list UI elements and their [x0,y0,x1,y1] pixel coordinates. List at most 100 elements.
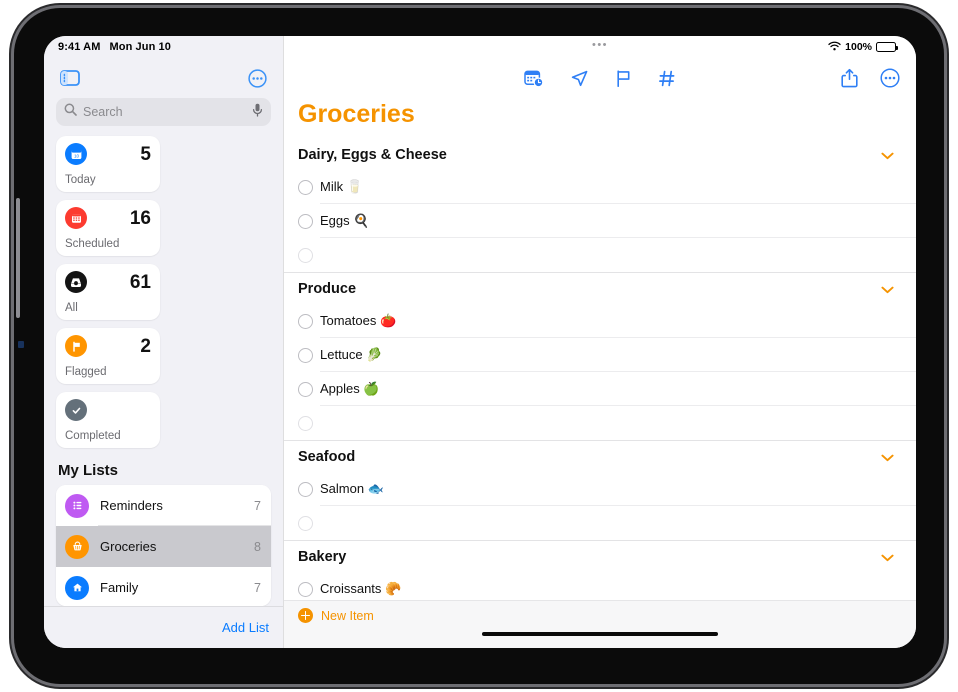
page-title: Groceries [298,100,415,128]
reminder-row-empty[interactable] [284,406,916,440]
reminder-row-empty[interactable] [284,506,916,540]
smart-list-label: Flagged [65,366,107,378]
group-header-seafood[interactable]: Seafood [284,440,916,472]
status-time: 9:41 AM [58,41,101,53]
smart-list-count: 16 [129,207,151,229]
svg-text:10: 10 [73,153,79,158]
search-input[interactable] [83,105,246,119]
ipad-screen: 9:41 AM Mon Jun 10 Search 10 5 Today 16 … [44,36,916,648]
wifi-icon [828,41,841,54]
home-indicator-area [284,630,916,648]
sidebar-item-family[interactable]: Family 7 [56,567,271,606]
smart-list-completed[interactable]: Completed [56,392,160,448]
sidebar-item-label: Family [100,580,139,595]
sidebar-item-groceries[interactable]: Groceries 8 [56,526,271,567]
reminder-row[interactable]: Milk 🥛 [284,170,916,204]
main-more-icon[interactable] [880,68,900,88]
checkmark-icon [65,399,87,421]
sidebar: 9:41 AM Mon Jun 10 Search 10 5 Today 16 … [44,36,284,648]
reminders-list[interactable]: Dairy, Eggs & Cheese Milk 🥛 Eggs 🍳 Produ… [284,139,916,600]
chevron-down-icon[interactable] [881,149,894,162]
my-lists-heading: My Lists [58,462,119,479]
checkbox-circle[interactable] [298,213,313,229]
checkbox-circle[interactable] [298,581,313,597]
sidebar-item-reminders[interactable]: Reminders 7 [56,485,271,526]
chevron-down-icon[interactable] [881,283,894,296]
calendar-icon [65,207,87,229]
group-title: Produce [298,281,357,297]
device-side-button [16,198,20,318]
bullet-list-icon [65,493,89,518]
flag-icon[interactable] [615,69,632,88]
share-icon[interactable] [841,68,858,88]
checkbox-circle[interactable] [298,515,313,531]
group-title: Dairy, Eggs & Cheese [298,147,447,163]
sidebar-footer: Add List [44,606,283,648]
checkbox-circle[interactable] [298,347,313,363]
reminder-row[interactable]: Salmon 🐟 [284,472,916,506]
my-lists-container: Reminders 7 Groceries 8 Family 7 [56,485,271,606]
reminder-text: Apples 🍏 [320,381,380,396]
sidebar-more-icon[interactable] [248,68,267,88]
smart-list-label: Scheduled [65,238,120,250]
battery-icon [876,42,898,52]
main-status-bar: ••• 100% [284,36,916,58]
status-date: Mon Jun 10 [109,41,171,53]
smart-list-count: 2 [140,335,151,357]
group-title: Seafood [298,449,356,465]
sidebar-toggle-icon[interactable] [60,70,80,86]
add-list-button[interactable]: Add List [222,620,269,635]
hashtag-icon[interactable] [658,69,676,88]
reminder-row[interactable]: Apples 🍏 [284,372,916,406]
smart-list-today[interactable]: 10 5 Today [56,136,160,192]
smart-list-all[interactable]: 61 All [56,264,160,320]
chevron-down-icon[interactable] [881,451,894,464]
search-box[interactable] [56,98,271,126]
home-indicator[interactable] [482,632,718,636]
smart-list-count: 5 [140,143,151,165]
sidebar-status-bar: 9:41 AM Mon Jun 10 [44,36,283,58]
group-header-produce[interactable]: Produce [284,272,916,304]
checkbox-circle[interactable] [298,247,313,263]
sidebar-item-label: Reminders [100,498,163,513]
smart-list-scheduled[interactable]: 16 Scheduled [56,200,160,256]
checkbox-circle[interactable] [298,415,313,431]
calendar-day-icon: 10 [65,143,87,165]
magnifier-icon [64,103,77,121]
toolbar-right-group [841,68,900,88]
status-indicators: 100% [828,41,898,54]
chevron-down-icon[interactable] [881,551,894,564]
checkbox-circle[interactable] [298,179,313,195]
house-icon [65,575,89,600]
reminder-row[interactable]: Lettuce 🥬 [284,338,916,372]
location-icon[interactable] [570,69,589,88]
new-item-button[interactable]: New Item [284,600,916,630]
main-content: ••• 100% Groceries Dairy, Eggs & Cheese … [284,36,916,648]
smart-lists-grid: 10 5 Today 16 Scheduled 61 All 2 Flagged… [44,136,283,460]
group-title: Bakery [298,549,347,565]
battery-percent-label: 100% [845,41,872,53]
reminder-text: Croissants 🥐 [320,581,402,596]
sidebar-item-count: 8 [254,539,261,554]
reminder-text: Milk 🥛 [320,179,363,194]
reminder-text: Salmon 🐟 [320,481,384,496]
reminder-text: Eggs 🍳 [320,213,370,228]
smart-list-label: Today [65,174,96,186]
flag-icon [65,335,87,357]
reminder-text: Tomatoes 🍅 [320,313,397,328]
reminder-row[interactable]: Tomatoes 🍅 [284,304,916,338]
main-toolbar [284,58,916,98]
inbox-tray-icon [65,271,87,293]
group-header-dairy[interactable]: Dairy, Eggs & Cheese [284,139,916,170]
toolbar-center-group [524,69,676,88]
reminder-row[interactable]: Croissants 🥐 [284,572,916,600]
add-date-icon[interactable] [524,69,544,88]
microphone-icon[interactable] [252,103,263,122]
group-header-bakery[interactable]: Bakery [284,540,916,572]
reminder-row[interactable]: Eggs 🍳 [284,204,916,238]
checkbox-circle[interactable] [298,313,313,329]
checkbox-circle[interactable] [298,481,313,497]
reminder-row-empty[interactable] [284,238,916,272]
smart-list-flagged[interactable]: 2 Flagged [56,328,160,384]
checkbox-circle[interactable] [298,381,313,397]
